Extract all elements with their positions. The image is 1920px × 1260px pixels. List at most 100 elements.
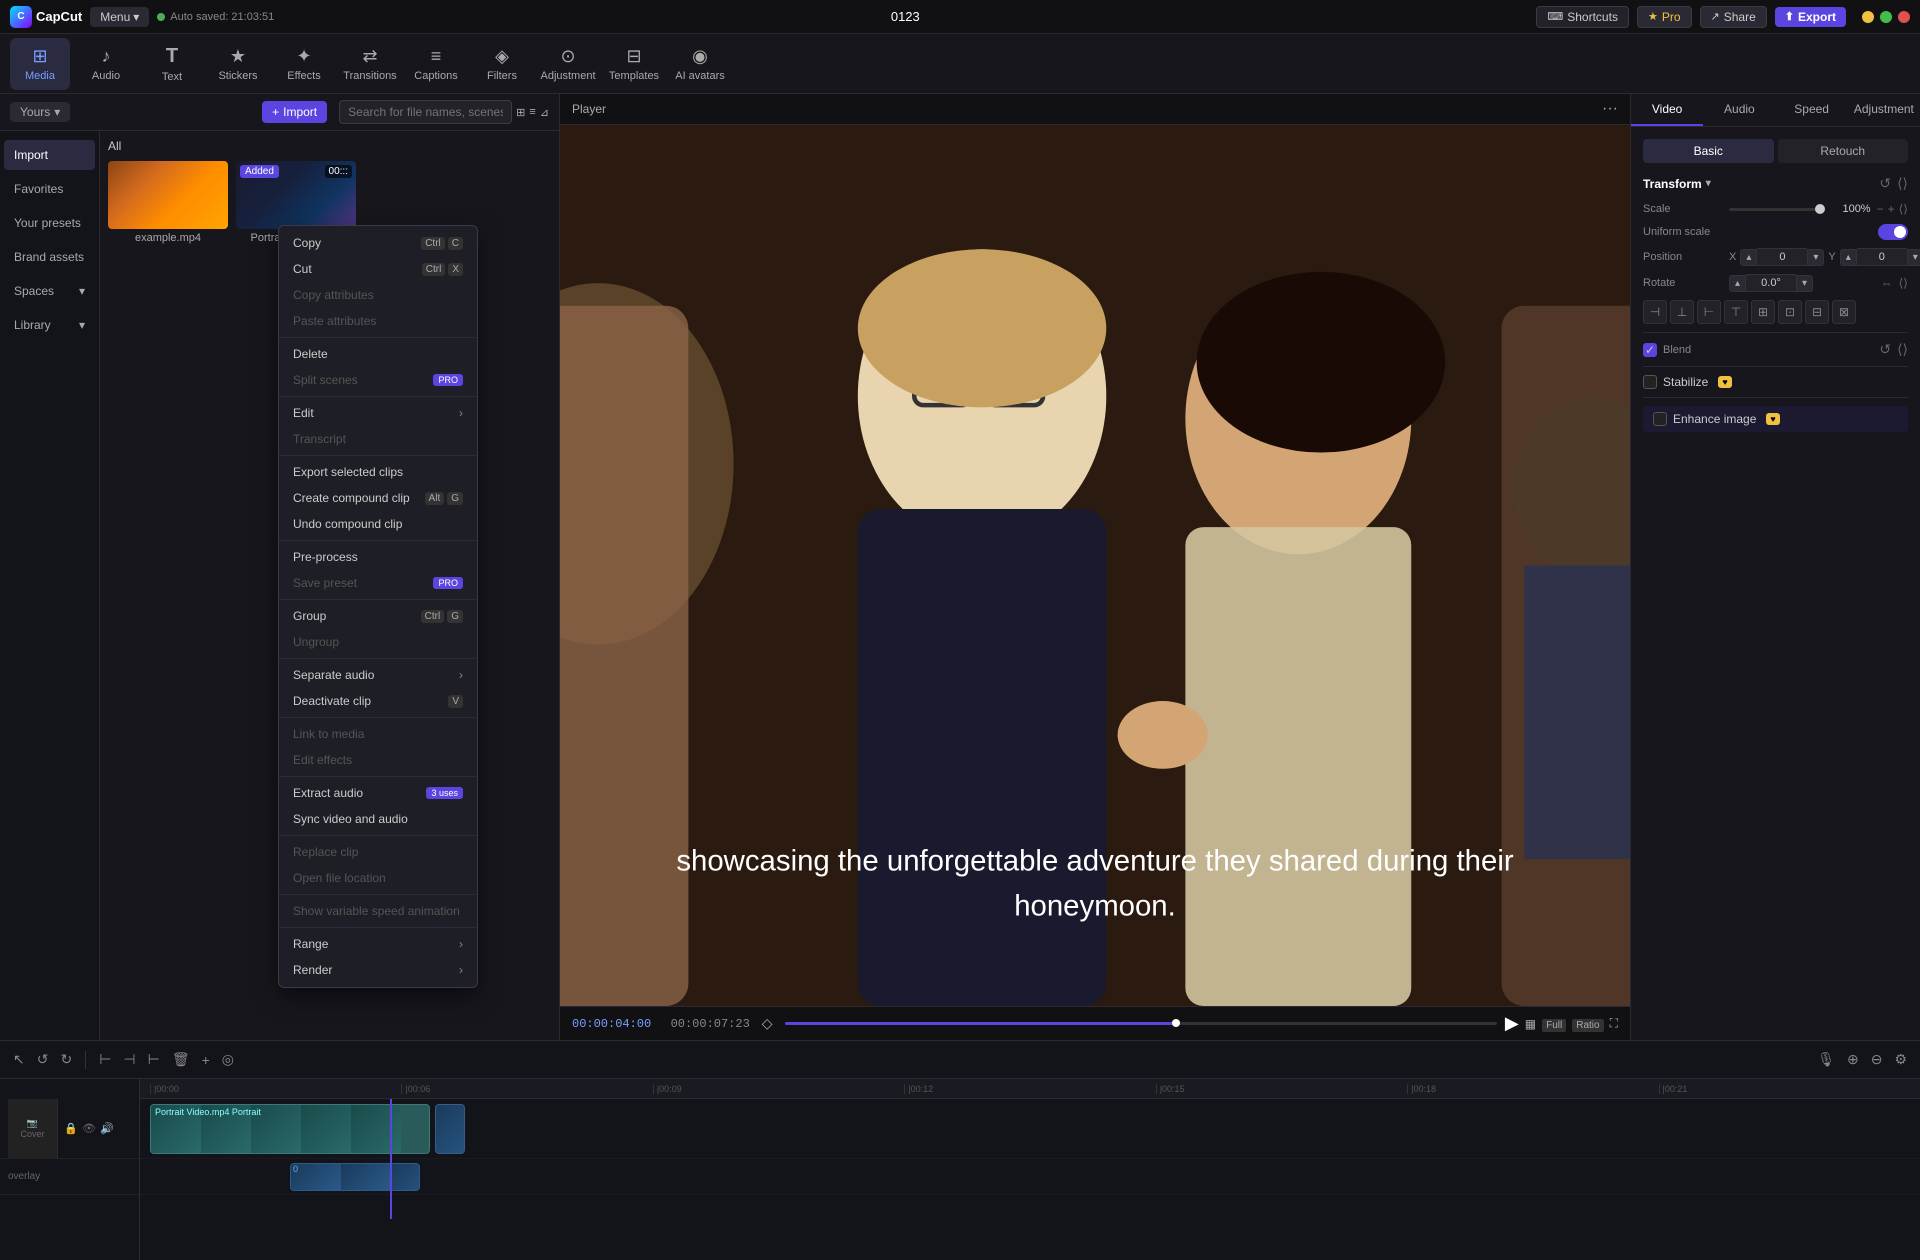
volume-icon[interactable]: 🔊 [100,1122,114,1136]
video-clip-2[interactable] [435,1104,465,1154]
minimize-button[interactable]: − [1862,11,1874,23]
zoom-out-button[interactable]: ⊖ [1868,1048,1886,1071]
cm-export-selected[interactable]: Export selected clips [279,459,477,485]
view-toggle-button[interactable]: ⊞ [516,106,525,119]
redo-button[interactable]: ↻ [57,1048,75,1071]
tab-audio[interactable]: Audio [1703,94,1775,126]
player-more-button[interactable]: ··· [1602,100,1618,118]
ratio-button[interactable]: Ratio [1572,1017,1603,1031]
scale-plus-button[interactable]: + [1888,202,1895,216]
align-top-button[interactable]: ⊤ [1724,300,1748,324]
cm-group[interactable]: Group CtrlG [279,603,477,629]
pos-y-down[interactable]: ▴ [1840,249,1857,266]
blend-keyframe-button[interactable]: ⟨⟩ [1897,341,1908,358]
trim-end-button[interactable]: ⊢ [145,1048,163,1071]
mic-button[interactable]: 🎙 [1814,1048,1838,1071]
overlay-clip-1[interactable]: 0 [290,1163,420,1191]
sidebar-item-brand-assets[interactable]: Brand assets [4,242,95,272]
export-button[interactable]: ⬆ Export [1775,7,1846,27]
align-center-v-button[interactable]: ⊞ [1751,300,1775,324]
cm-create-compound[interactable]: Create compound clip AltG [279,485,477,511]
cm-preprocess[interactable]: Pre-process [279,544,477,570]
playhead[interactable] [390,1099,392,1219]
cm-extract-audio[interactable]: Extract audio 3 uses [279,780,477,806]
tool-ai-avatars[interactable]: ◉ AI avatars [670,38,730,90]
distribute-h-button[interactable]: ⊟ [1805,300,1829,324]
sidebar-item-presets[interactable]: Your presets [4,208,95,238]
yours-button[interactable]: Yours ▾ [10,102,70,122]
maximize-button[interactable]: □ [1880,11,1892,23]
tool-stickers[interactable]: ★ Stickers [208,38,268,90]
tab-video[interactable]: Video [1631,94,1703,126]
dissolve-button[interactable]: ◎ [219,1048,237,1071]
sidebar-item-spaces[interactable]: Spaces ▾ [4,276,95,306]
enhance-image-checkbox[interactable] [1653,412,1667,426]
pro-button[interactable]: ★ Pro [1637,6,1692,28]
cm-render[interactable]: Render › [279,957,477,983]
select-tool-button[interactable]: ↖ [10,1048,28,1071]
rotate-keyframe-button[interactable]: ⟨⟩ [1899,276,1908,290]
cm-delete[interactable]: Delete [279,341,477,367]
delete-button[interactable]: 🗑 [169,1048,193,1071]
sort-button[interactable]: ≡ [529,106,535,118]
blend-checkbox[interactable]: ✓ [1643,343,1657,357]
align-bottom-button[interactable]: ⊡ [1778,300,1802,324]
tool-transitions[interactable]: ⇄ Transitions [340,38,400,90]
rotate-up[interactable]: ▾ [1796,275,1813,292]
shortcuts-button[interactable]: ⌨ Shortcuts [1536,6,1629,28]
tool-effects[interactable]: ✦ Effects [274,38,334,90]
pos-y-up[interactable]: ▾ [1907,249,1920,266]
tool-captions[interactable]: ≡ Captions [406,38,466,90]
cm-sync-audio[interactable]: Sync video and audio [279,806,477,832]
pos-x-up[interactable]: ▾ [1807,249,1824,266]
scale-slider[interactable] [1729,208,1820,211]
player-progress-bar[interactable] [785,1022,1497,1025]
cm-undo-compound[interactable]: Undo compound clip [279,511,477,537]
lock-icon[interactable]: 🔒 [64,1122,78,1136]
tool-text[interactable]: T Text [142,38,202,90]
tool-filters[interactable]: ◈ Filters [472,38,532,90]
timeline-settings-button[interactable]: ⚙ [1891,1048,1910,1071]
cm-copy[interactable]: Copy CtrlC [279,230,477,256]
full-button[interactable]: Full [1542,1017,1566,1031]
tool-adjustment[interactable]: ⊙ Adjustment [538,38,598,90]
tool-audio[interactable]: ♪ Audio [76,38,136,90]
media-item-example[interactable]: example.mp4 [108,161,228,244]
scale-minus-button[interactable]: − [1877,202,1884,216]
cm-separate-audio[interactable]: Separate audio › [279,662,477,688]
align-left-button[interactable]: ⊣ [1643,300,1667,324]
align-right-button[interactable]: ⊢ [1697,300,1721,324]
search-input[interactable] [339,100,512,124]
close-button[interactable]: ✕ [1898,11,1910,23]
pos-x-down[interactable]: ▴ [1740,249,1757,266]
distribute-v-button[interactable]: ⊠ [1832,300,1856,324]
transform-reset-button[interactable]: ↺ [1879,175,1891,192]
transform-keyframe-button[interactable]: ⟨⟩ [1897,175,1908,192]
fullscreen-button[interactable]: ⛶ [1610,1016,1618,1031]
undo-button[interactable]: ↺ [34,1048,52,1071]
zoom-in-button[interactable]: ⊕ [1844,1048,1862,1071]
flip-horizontal-button[interactable]: ⇔ [1881,276,1893,290]
uniform-scale-toggle[interactable] [1878,224,1908,240]
tab-adjustment[interactable]: Adjustment [1848,94,1920,126]
filter-all-button[interactable]: All [108,139,121,153]
tool-templates[interactable]: ⊟ Templates [604,38,664,90]
share-button[interactable]: ↗ Share [1700,6,1767,28]
blend-reset-button[interactable]: ↺ [1879,341,1891,358]
sidebar-item-import[interactable]: Import [4,140,95,170]
tab-speed[interactable]: Speed [1776,94,1848,126]
menu-button[interactable]: Menu ▾ [90,7,149,27]
filter-button[interactable]: ⊿ [540,106,549,119]
cm-edit[interactable]: Edit › [279,400,477,426]
sidebar-item-favorites[interactable]: Favorites [4,174,95,204]
timeline-button[interactable]: ▦ [1525,1017,1536,1031]
play-button[interactable]: ▶ [1505,1013,1519,1034]
align-center-h-button[interactable]: ⊥ [1670,300,1694,324]
cm-deactivate[interactable]: Deactivate clip V [279,688,477,714]
keyframe-button[interactable]: ◇ [758,1013,777,1034]
add-button[interactable]: + [199,1049,213,1071]
scale-keyframe-button[interactable]: ⟨⟩ [1899,202,1908,216]
sidebar-item-library[interactable]: Library ▾ [4,310,95,340]
subtab-retouch[interactable]: Retouch [1778,139,1909,163]
subtab-basic[interactable]: Basic [1643,139,1774,163]
